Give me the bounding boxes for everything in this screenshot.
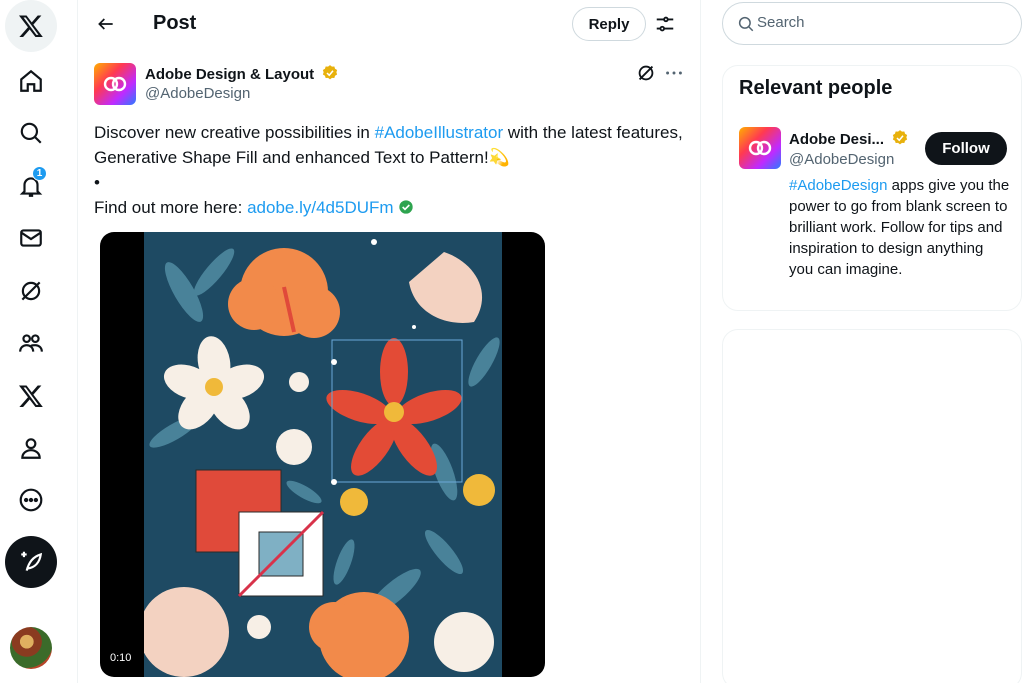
explore-icon[interactable] (5, 107, 57, 159)
relevant-person-name[interactable]: Adobe Desi... (789, 129, 909, 148)
reply-button[interactable]: Reply (572, 7, 646, 41)
search-input[interactable] (757, 14, 997, 31)
sparkle-emoji: 💫 (488, 148, 510, 167)
verified-badge-icon (893, 130, 908, 145)
follow-button[interactable]: Follow (925, 132, 1007, 165)
filter-icon[interactable] (652, 11, 678, 37)
bio-hashtag-link[interactable]: #AdobeDesign (789, 177, 887, 194)
author-avatar[interactable] (94, 63, 136, 105)
more-options-icon[interactable] (663, 62, 687, 86)
panel-title: Relevant people (739, 77, 893, 99)
floral-pattern-image (144, 232, 502, 677)
more-icon[interactable] (5, 474, 57, 526)
notifications-icon[interactable]: 1 (5, 160, 57, 212)
external-link[interactable]: adobe.ly/4d5DUFm (247, 198, 393, 217)
link-prefix: Find out more here: (94, 198, 248, 217)
search-box[interactable] (722, 2, 1022, 45)
grok-icon[interactable] (5, 265, 57, 317)
page-title: Post (153, 12, 197, 34)
premium-icon[interactable] (5, 370, 57, 422)
x-logo-icon[interactable] (5, 0, 57, 52)
left-nav: 1 (0, 0, 78, 683)
author-handle[interactable]: @AdobeDesign (145, 85, 250, 102)
tweet-video[interactable]: 0:10 (100, 232, 545, 677)
grok-explain-icon[interactable] (635, 62, 659, 86)
relevant-person-avatar[interactable] (739, 127, 781, 169)
relevant-person-name-text: Adobe Desi... (789, 131, 885, 148)
profile-icon[interactable] (5, 422, 57, 474)
relevant-people-panel: Relevant people Adobe Desi... @AdobeDesi… (722, 65, 1022, 311)
back-arrow-icon[interactable] (90, 8, 122, 40)
secondary-panel (722, 329, 1022, 683)
author-name-text: Adobe Design & Layout (145, 66, 315, 83)
bullet-line: • (94, 173, 100, 192)
main-column: Post Reply Adobe Design & Layout @AdobeD… (78, 0, 701, 683)
search-icon (738, 16, 754, 32)
account-avatar[interactable] (10, 627, 52, 669)
relevant-person-bio: #AdobeDesign apps give you the power to … (789, 175, 1011, 280)
hashtag-link[interactable]: #AdobeIllustrator (375, 123, 504, 142)
messages-icon[interactable] (5, 212, 57, 264)
tweet-text: Discover new creative possibilities in #… (94, 120, 684, 220)
check-icon (399, 200, 413, 214)
home-icon[interactable] (5, 55, 57, 107)
communities-icon[interactable] (5, 317, 57, 369)
author-name[interactable]: Adobe Design & Layout (145, 64, 339, 83)
video-timestamp: 0:10 (110, 652, 132, 664)
relevant-person-handle[interactable]: @AdobeDesign (789, 151, 894, 168)
notification-badge: 1 (32, 166, 47, 181)
compose-icon[interactable] (5, 536, 57, 588)
verified-badge-icon (323, 65, 338, 80)
post-header: Post Reply (78, 0, 701, 48)
tweet-text-1: Discover new creative possibilities in (94, 123, 375, 142)
